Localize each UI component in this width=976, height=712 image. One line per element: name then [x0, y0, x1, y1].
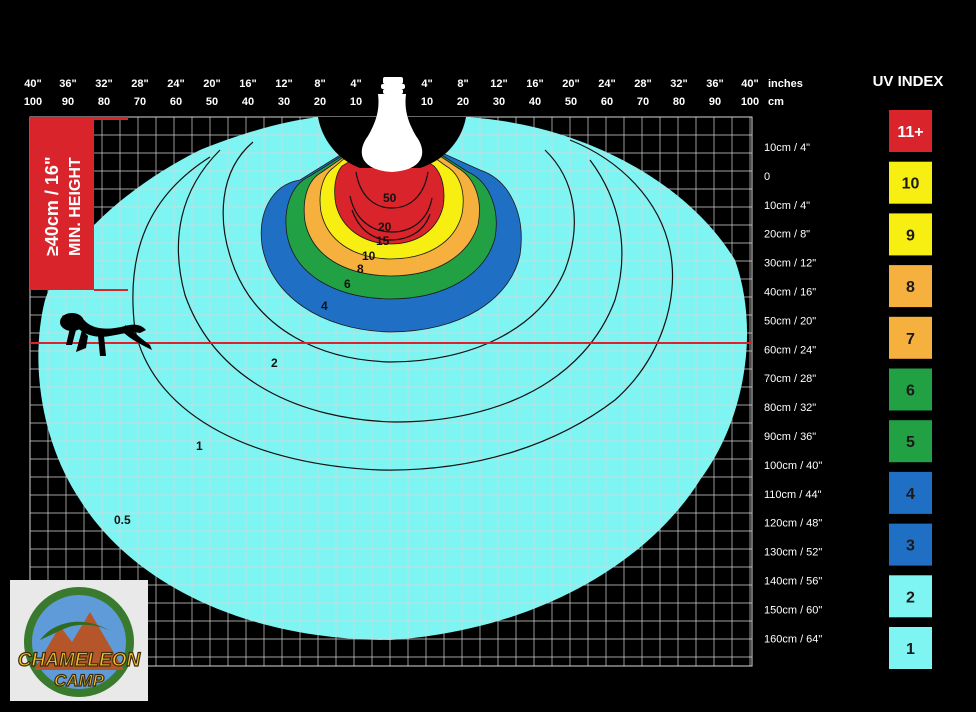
contour-label-4: 4 — [321, 299, 328, 313]
top-axis-cm-label: 30 — [278, 96, 290, 108]
contour-label-15: 15 — [376, 234, 390, 248]
top-axis-cm-label: 10 — [350, 96, 362, 108]
uv-chart-stage: 50 20 15 10 8 6 4 2 1 0.5 ≥40cm / 16" MI… — [0, 0, 976, 712]
chameleon-camp-logo: CHAMELEON CAMP — [10, 580, 148, 701]
right-axis-label: 120cm / 48" — [764, 518, 822, 530]
top-axis-inch-label: 12" — [490, 78, 507, 90]
top-axis-inch-label: 28" — [634, 78, 651, 90]
legend-label: 7 — [906, 331, 915, 348]
contour-label-8: 8 — [357, 262, 364, 276]
legend-label: 2 — [906, 589, 915, 606]
right-axis-label: 30cm / 12" — [764, 258, 816, 270]
top-axis-cm-label: 50 — [206, 96, 218, 108]
top-axis-cm-label: 40 — [242, 96, 254, 108]
top-axis-cm-label: 80 — [98, 96, 110, 108]
top-axis-inches-unit: inches — [768, 78, 803, 90]
top-axis-cm-label: 90 — [709, 96, 721, 108]
contour-label-10: 10 — [362, 249, 376, 263]
top-axis-cm-label: 70 — [134, 96, 146, 108]
top-axis-cm-label: 70 — [637, 96, 649, 108]
right-axis-label: 10cm / 4" — [764, 200, 810, 212]
top-axis-cm-unit: cm — [768, 96, 784, 108]
legend-title: UV INDEX — [873, 73, 944, 90]
contour-label-20: 20 — [378, 220, 392, 234]
top-axis-cm-label: 50 — [565, 96, 577, 108]
top-axis-inch-label: 4" — [421, 78, 432, 90]
right-axis-label: 50cm / 20" — [764, 315, 816, 327]
top-axis-cm-label: 100 — [741, 96, 759, 108]
top-axis-cm-label: 40 — [529, 96, 541, 108]
top-axis-inch-label: 20" — [203, 78, 220, 90]
top-axis-inch-label: 40" — [741, 78, 758, 90]
top-axis-cm-label: 90 — [62, 96, 74, 108]
right-axis-distance: 10cm / 4" 0 10cm / 4" 20cm / 8" 30cm / 12" 40… — [764, 142, 822, 645]
uv-distribution-diagram: 50 20 15 10 8 6 4 2 1 0.5 ≥40cm / 16" MI… — [10, 73, 944, 701]
top-axis-inch-label: 20" — [562, 78, 579, 90]
top-axis-inch-label: 36" — [59, 78, 76, 90]
legend-label: 3 — [906, 538, 915, 555]
right-axis-label: 150cm / 60" — [764, 604, 822, 616]
top-axis-cm-label: 20 — [457, 96, 469, 108]
legend-label: 10 — [902, 176, 920, 193]
uv-index-legend: 11+ 10 9 8 7 6 5 4 3 2 1 — [889, 110, 932, 669]
legend-label: 5 — [906, 434, 915, 451]
top-axis-inch-label: 16" — [239, 78, 256, 90]
contour-label-2: 2 — [271, 356, 278, 370]
top-axis-inch-label: 36" — [706, 78, 723, 90]
right-axis-label: 110cm / 44" — [764, 489, 822, 501]
legend-label: 1 — [906, 641, 915, 658]
top-axis-inch-label: 40" — [24, 78, 41, 90]
top-axis-cm-label: 80 — [673, 96, 685, 108]
top-axis-inch-label: 4" — [350, 78, 361, 90]
top-axis-inch-label: 24" — [167, 78, 184, 90]
right-axis-label: 70cm / 28" — [764, 373, 816, 385]
right-axis-label: 80cm / 32" — [764, 402, 816, 414]
right-axis-label: 160cm / 64" — [764, 633, 822, 645]
top-axis-cm-label: 60 — [601, 96, 613, 108]
right-axis-label: 60cm / 24" — [764, 344, 816, 356]
right-axis-label: 20cm / 8" — [764, 229, 810, 241]
right-axis-label: 0 — [764, 171, 770, 183]
top-axis-cm-label: 100 — [24, 96, 42, 108]
top-axis-inch-label: 28" — [131, 78, 148, 90]
top-axis-inch-label: 16" — [526, 78, 543, 90]
contour-label-1: 1 — [196, 439, 203, 453]
right-axis-label: 90cm / 36" — [764, 431, 816, 443]
logo-text-chameleon: CHAMELEON — [18, 650, 142, 671]
logo-text-camp: CAMP — [54, 671, 105, 690]
right-axis-label: 130cm / 52" — [764, 547, 822, 559]
top-axis-cm-label: 60 — [170, 96, 182, 108]
contour-label-6: 6 — [344, 277, 351, 291]
top-axis-inch-label: 32" — [670, 78, 687, 90]
right-axis-label: 140cm / 56" — [764, 576, 822, 588]
top-axis-inch-label: 24" — [598, 78, 615, 90]
legend-label: 11+ — [897, 124, 923, 141]
right-axis-label: 10cm / 4" — [764, 142, 810, 154]
legend-label: 4 — [906, 486, 915, 503]
contour-label-0-5: 0.5 — [114, 513, 131, 527]
top-axis-inch-label: 8" — [457, 78, 468, 90]
right-axis-label: 100cm / 40" — [764, 460, 822, 472]
top-axis-cm-label: 30 — [493, 96, 505, 108]
top-axis-inch-label: 8" — [314, 78, 325, 90]
top-axis-inch-label: 12" — [275, 78, 292, 90]
legend-label: 8 — [906, 279, 915, 296]
contour-label-50: 50 — [383, 191, 397, 205]
top-axis-inch-label: 32" — [95, 78, 112, 90]
right-axis-label: 40cm / 16" — [764, 287, 816, 299]
legend-label: 6 — [906, 383, 915, 400]
top-axis-cm-label: 10 — [421, 96, 433, 108]
legend-label: 9 — [906, 227, 915, 244]
top-axis-cm-label: 20 — [314, 96, 326, 108]
